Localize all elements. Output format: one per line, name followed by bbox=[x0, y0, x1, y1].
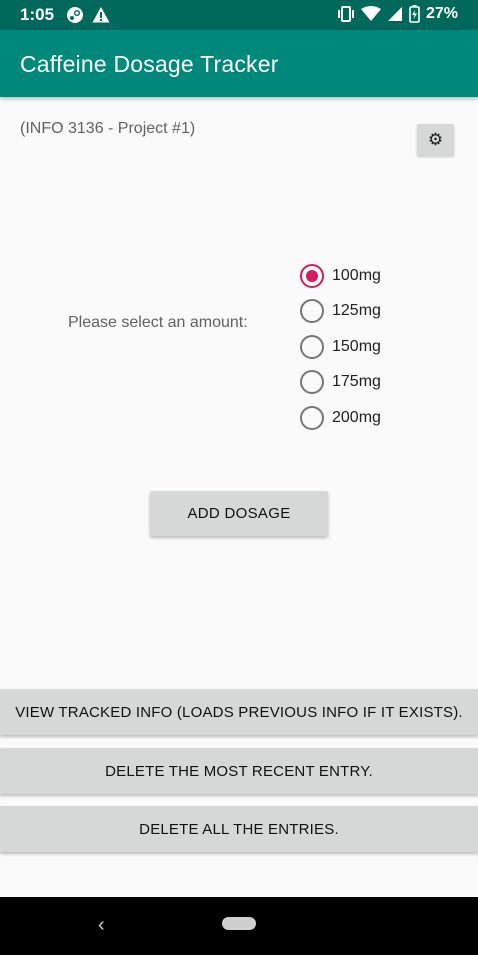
amount-label: Please select an amount: bbox=[68, 314, 248, 331]
add-dosage-button[interactable]: ADD DOSAGE bbox=[150, 491, 328, 536]
app-title: Caffeine Dosage Tracker bbox=[20, 51, 279, 77]
status-left-icons bbox=[66, 6, 110, 24]
status-right-icons: 27% bbox=[337, 5, 458, 23]
navigation-bar: ‹ bbox=[0, 897, 478, 955]
radio-option-175mg[interactable]: 175mg bbox=[300, 365, 381, 401]
dosage-radio-group: 100mg 125mg 150mg 175mg 200mg bbox=[300, 258, 381, 436]
radio-button[interactable] bbox=[300, 299, 324, 324]
project-subtitle: (INFO 3136 - Project #1) bbox=[20, 120, 196, 137]
wifi-icon bbox=[360, 6, 381, 21]
radio-button-checked[interactable] bbox=[300, 263, 324, 288]
radio-label: 150mg bbox=[332, 337, 381, 355]
vibrate-icon bbox=[337, 6, 354, 22]
radio-option-100mg[interactable]: 100mg bbox=[300, 258, 381, 294]
radio-button[interactable] bbox=[300, 405, 324, 430]
radio-button[interactable] bbox=[300, 370, 324, 395]
back-icon[interactable]: ‹ bbox=[98, 914, 105, 937]
battery-charging-icon bbox=[409, 5, 420, 23]
home-pill-icon[interactable] bbox=[222, 917, 256, 930]
settings-button[interactable]: ⚙ bbox=[417, 124, 454, 156]
delete-all-entries-button[interactable]: DELETE ALL THE ENTRIES. bbox=[0, 806, 478, 852]
status-time: 1:05 bbox=[20, 5, 55, 24]
battery-percent: 27% bbox=[425, 5, 458, 22]
radio-option-150mg[interactable]: 150mg bbox=[300, 329, 381, 365]
radio-label: 125mg bbox=[332, 302, 381, 320]
radio-button[interactable] bbox=[300, 334, 324, 359]
radio-option-200mg[interactable]: 200mg bbox=[300, 400, 381, 436]
radio-label: 200mg bbox=[332, 408, 381, 426]
radio-label: 175mg bbox=[332, 373, 381, 391]
steam-notification-icon bbox=[67, 7, 83, 23]
radio-option-125mg[interactable]: 125mg bbox=[300, 294, 381, 330]
warning-icon bbox=[92, 7, 110, 23]
gear-icon: ⚙ bbox=[427, 130, 444, 149]
radio-label: 100mg bbox=[332, 266, 381, 284]
delete-recent-entry-button[interactable]: DELETE THE MOST RECENT ENTRY. bbox=[0, 748, 478, 794]
status-bar: 1:05 27% bbox=[0, 0, 478, 30]
app-bar: Caffeine Dosage Tracker bbox=[0, 30, 478, 97]
signal-icon bbox=[387, 7, 402, 21]
view-tracked-info-button[interactable]: VIEW TRACKED INFO (LOADS PREVIOUS INFO I… bbox=[0, 689, 478, 735]
